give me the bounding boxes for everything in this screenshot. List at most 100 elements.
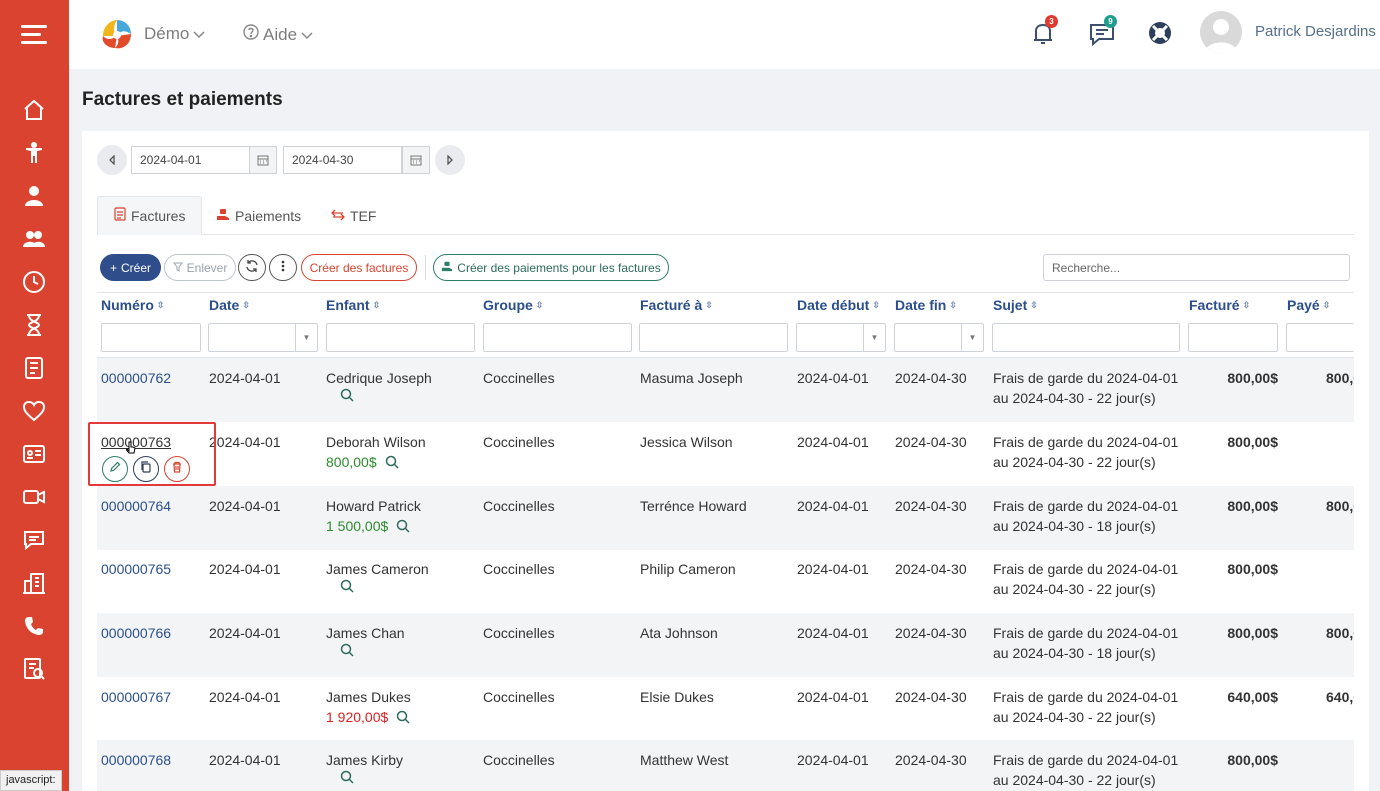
chat-icon[interactable] xyxy=(20,526,48,554)
hamburger-menu-icon[interactable] xyxy=(21,24,48,46)
next-period-button[interactable] xyxy=(435,145,465,175)
remove-filters-button[interactable]: Enlever xyxy=(164,254,236,281)
filter-groupe-input[interactable] xyxy=(483,323,632,352)
column-header-facture[interactable]: Facturé ⇳ xyxy=(1189,297,1250,313)
previous-period-button[interactable] xyxy=(97,145,127,175)
column-header-groupe[interactable]: Groupe ⇳ xyxy=(483,297,543,313)
staff-icon[interactable] xyxy=(20,182,48,210)
start-date: 2024-04-01 xyxy=(797,752,869,768)
home-icon[interactable] xyxy=(20,96,48,124)
username[interactable]: Patrick Desjardins xyxy=(1255,23,1376,40)
search-icon[interactable] xyxy=(340,388,354,402)
filter-date-fin-select[interactable]: ▼ xyxy=(894,323,984,352)
clock-icon[interactable] xyxy=(20,268,48,296)
billed-to[interactable]: Ata Johnson xyxy=(640,623,718,643)
billed-to[interactable]: Masuma Joseph xyxy=(640,368,743,388)
column-header-date-fin[interactable]: Date fin ⇳ xyxy=(895,297,957,313)
invoice-number-link[interactable]: 000000762 xyxy=(101,368,171,388)
child-balance: 800,00$ xyxy=(326,454,377,470)
column-header-numero[interactable]: Numéro ⇳ xyxy=(101,297,164,313)
invoice-number-link[interactable]: 000000768 xyxy=(101,750,171,770)
search-icon[interactable] xyxy=(396,710,410,724)
column-header-sujet[interactable]: Sujet ⇳ xyxy=(993,297,1038,313)
invoice-number-link[interactable]: 000000764 xyxy=(101,496,171,516)
filter-date-select[interactable]: ▼ xyxy=(208,323,318,352)
billed-to[interactable]: Matthew West xyxy=(640,750,728,770)
create-payments-button[interactable]: Créer des paiements pour les factures xyxy=(433,254,669,281)
refresh-button[interactable] xyxy=(238,254,266,281)
child-name[interactable]: James Cameron xyxy=(326,559,429,579)
avatar[interactable] xyxy=(1200,11,1242,53)
create-button[interactable]: + Créer xyxy=(100,254,161,281)
chevron-down-icon xyxy=(193,24,205,44)
child-name[interactable]: James Kirby xyxy=(326,750,403,770)
billed-to[interactable]: Elsie Dukes xyxy=(640,687,714,707)
id-card-icon[interactable] xyxy=(20,440,48,468)
more-options-button[interactable] xyxy=(269,254,297,281)
video-icon[interactable] xyxy=(20,483,48,511)
search-input[interactable] xyxy=(1043,254,1350,281)
hourglass-icon[interactable] xyxy=(20,311,48,339)
column-header-paye[interactable]: Payé ⇳ xyxy=(1287,297,1330,313)
column-header-enfant[interactable]: Enfant ⇳ xyxy=(326,297,380,313)
search-icon[interactable] xyxy=(340,770,354,784)
messages-icon[interactable]: 9 xyxy=(1087,15,1117,48)
search-icon[interactable] xyxy=(340,643,354,657)
invoice-number-link[interactable]: 000000765 xyxy=(101,559,171,579)
invoice-number-link[interactable]: 000000767 xyxy=(101,687,171,707)
header-label: Facturé xyxy=(1189,297,1240,313)
app-logo[interactable] xyxy=(97,14,137,54)
group-icon[interactable] xyxy=(20,225,48,253)
building-icon[interactable] xyxy=(20,569,48,597)
billed-amount: 640,00$ xyxy=(1227,689,1278,705)
column-header-date[interactable]: Date ⇳ xyxy=(209,297,250,313)
search-icon[interactable] xyxy=(396,519,410,533)
create-invoices-label: Créer des factures xyxy=(309,260,409,275)
filter-facture-input[interactable] xyxy=(1188,323,1278,352)
column-header-date-debut[interactable]: Date début ⇳ xyxy=(797,297,880,313)
filter-facture-a-input[interactable] xyxy=(639,323,788,352)
child-name[interactable]: Cedrique Joseph xyxy=(326,368,432,388)
start-date-input[interactable] xyxy=(131,146,250,174)
filter-paye-input[interactable] xyxy=(1286,323,1354,352)
subject-line-2: au 2024-04-30 - 22 jour(s) xyxy=(993,709,1156,725)
create-invoices-button[interactable]: Créer des factures xyxy=(301,254,417,281)
child-name[interactable]: Howard Patrick xyxy=(326,496,421,516)
filter-sujet-input[interactable] xyxy=(992,323,1180,352)
child-name[interactable]: James Chan xyxy=(326,623,405,643)
report-icon[interactable] xyxy=(20,655,48,683)
support-lifebuoy-icon[interactable] xyxy=(1145,18,1175,48)
tab-tef[interactable]: TEF xyxy=(315,196,392,235)
calendar-icon[interactable] xyxy=(402,146,430,174)
child-name[interactable]: Deborah Wilson xyxy=(326,432,426,452)
subject-line-2: au 2024-04-30 - 22 jour(s) xyxy=(993,581,1156,597)
end-date-input[interactable] xyxy=(283,146,402,174)
sort-icon: ⇳ xyxy=(1322,299,1331,310)
child-icon[interactable] xyxy=(20,139,48,167)
header-label: Date fin xyxy=(895,297,947,313)
org-dropdown[interactable]: Démo xyxy=(144,24,205,44)
filter-enfant-input[interactable] xyxy=(326,323,475,352)
billed-to[interactable]: Philip Cameron xyxy=(640,559,736,579)
help-dropdown[interactable]: Aide xyxy=(243,24,313,45)
invoice-number-link[interactable]: 000000766 xyxy=(101,623,171,643)
toolbar-divider xyxy=(425,255,426,280)
table-row: 000000766 2024-04-01 James Chan Coccinelles… xyxy=(97,613,1354,677)
remove-label: Enlever xyxy=(186,260,228,275)
billed-to[interactable]: Jessica Wilson xyxy=(640,432,733,452)
tab-factures[interactable]: Factures xyxy=(97,196,203,235)
search-icon[interactable] xyxy=(340,579,354,593)
billed-to[interactable]: Terréncе Howard xyxy=(640,496,747,516)
heart-icon[interactable] xyxy=(20,397,48,425)
phone-icon[interactable] xyxy=(20,612,48,640)
column-header-facture-a[interactable]: Facturé à ⇳ xyxy=(640,297,713,313)
child-name[interactable]: James Dukes xyxy=(326,687,411,707)
billed-amount: 800,00$ xyxy=(1227,370,1278,386)
search-icon[interactable] xyxy=(385,455,399,469)
calendar-icon[interactable] xyxy=(249,146,277,174)
invoice-icon[interactable] xyxy=(20,354,48,382)
tab-paiements[interactable]: Paiements xyxy=(200,196,317,235)
filter-numero-input[interactable] xyxy=(101,323,201,352)
notifications-bell-icon[interactable]: 3 xyxy=(1028,15,1058,48)
filter-date-debut-select[interactable]: ▼ xyxy=(796,323,886,352)
